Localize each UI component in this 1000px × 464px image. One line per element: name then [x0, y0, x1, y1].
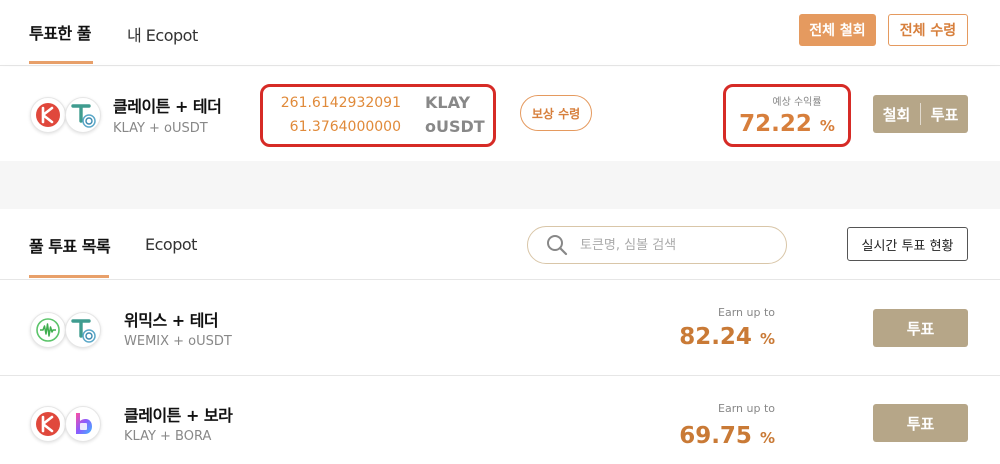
tab-ecopot[interactable]: Ecopot — [145, 235, 197, 254]
withdraw-all-button[interactable]: 전체 철회 — [799, 14, 876, 46]
tether-icon — [65, 97, 101, 133]
active-tab-underline — [29, 61, 93, 64]
earn-value: 82.24 — [679, 324, 752, 350]
expected-yield: 예상 수익률 72.22 % — [723, 84, 851, 147]
unit-klay: KLAY — [425, 93, 471, 112]
my-pool-symbols: KLAY + oUSDT — [113, 121, 208, 136]
klaytn-icon — [30, 97, 66, 133]
earn-label: Earn up to — [718, 306, 775, 319]
yield-label: 예상 수익률 — [772, 97, 822, 108]
amount-ousdt: 61.3764000000 — [289, 119, 401, 135]
tab-pool-vote-list[interactable]: 풀 투표 목록 — [29, 233, 111, 257]
claim-reward-button[interactable]: 보상 수령 — [520, 95, 592, 131]
search-box[interactable] — [527, 226, 787, 264]
unit-ousdt: oUSDT — [425, 117, 485, 136]
amount-highlight: 261.6142932091 KLAY 61.3764000000 oUSDT — [260, 84, 496, 147]
my-pool-name: 클레이튼 + 테더 — [113, 97, 222, 116]
pool-name: 클레이튼 + 보라 — [124, 406, 233, 425]
earn-value-wrap: 82.24 % — [615, 324, 775, 350]
tab-my-ecopot[interactable]: 내 Ecopot — [127, 22, 198, 46]
earn-unit: % — [759, 330, 775, 348]
earn-value: 69.75 — [679, 423, 752, 449]
wemix-icon — [30, 312, 66, 348]
pool-symbols: KLAY + BORA — [124, 429, 212, 444]
yield-value: 72.22 — [739, 111, 812, 137]
search-input[interactable] — [580, 237, 770, 253]
vote-button[interactable]: 투표 — [921, 95, 968, 133]
earn-unit: % — [759, 429, 775, 447]
earn-value-wrap: 69.75 % — [615, 423, 775, 449]
klaytn-icon — [30, 406, 66, 442]
withdraw-button[interactable]: 철회 — [873, 95, 920, 133]
earn-label: Earn up to — [718, 402, 775, 415]
claim-all-button[interactable]: 전체 수령 — [888, 14, 968, 46]
top-tab-bar: 투표한 풀 내 Ecopot 전체 철회 전체 수령 — [0, 0, 1000, 66]
pool-name: 위믹스 + 테더 — [124, 311, 219, 330]
pool-symbols: WEMIX + oUSDT — [124, 334, 232, 349]
yield-value-wrap: 72.22 % — [726, 111, 848, 137]
vote-button[interactable]: 투표 — [873, 309, 968, 347]
tether-icon — [65, 312, 101, 348]
section-gap — [0, 161, 1000, 209]
vote-button[interactable]: 투표 — [873, 404, 968, 442]
search-icon — [547, 235, 568, 256]
amount-klay: 261.6142932091 — [280, 95, 401, 111]
yield-unit: % — [819, 117, 835, 135]
tab-voted-pools[interactable]: 투표한 풀 — [29, 20, 91, 44]
bora-icon — [65, 406, 101, 442]
withdraw-vote-button-group: 철회 투표 — [873, 95, 968, 133]
active-tab-underline — [29, 275, 109, 278]
realtime-vote-status-button[interactable]: 실시간 투표 현황 — [847, 227, 968, 261]
